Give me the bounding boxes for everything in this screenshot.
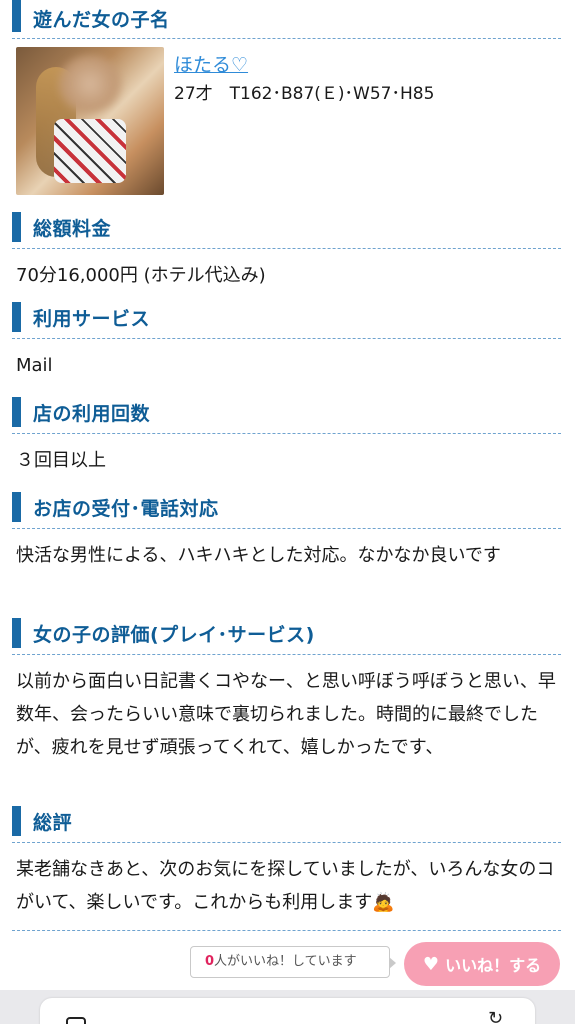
section-header: 総額料金 bbox=[12, 212, 561, 249]
girl-photo[interactable] bbox=[16, 47, 164, 195]
section-accent-bar bbox=[12, 212, 21, 242]
section-title: お店の受付･電話対応 bbox=[33, 497, 219, 520]
bowing-emoji-icon: 🙇 bbox=[372, 892, 395, 913]
like-divider bbox=[12, 930, 561, 931]
reception-section: お店の受付･電話対応 快活な男性による、ハキハキとした対応。なかなか良いです bbox=[0, 492, 575, 572]
evaluation-text: 以前から面白い日記書くコやなー、と思い呼ぼう呼ぼうと思い、早数年、会ったらいい意… bbox=[16, 671, 556, 758]
like-count-text: 人がいいね！しています bbox=[214, 954, 357, 969]
girl-name-link[interactable]: ほたる♡ bbox=[174, 51, 434, 79]
summary-text-wrap: 某老舗なきあと、次のお気にを探していましたが、いろんな女のコがいて、楽しいです。… bbox=[12, 843, 561, 919]
like-button[interactable]: ♥ いいね！する bbox=[404, 942, 560, 986]
section-title: 利用サービス bbox=[33, 307, 151, 330]
section-header: お店の受付･電話対応 bbox=[12, 492, 561, 529]
evaluation-section: 女の子の評価(プレイ･サービス) 以前から面白い日記書くコやなー、と思い呼ぼう呼… bbox=[0, 618, 575, 764]
visits-text: ３回目以上 bbox=[16, 450, 106, 471]
section-title: 店の利用回数 bbox=[33, 402, 151, 425]
summary-section: 総評 某老舗なきあと、次のお気にを探していましたが、いろんな女のコがいて、楽しい… bbox=[0, 806, 575, 919]
section-header: 総評 bbox=[12, 806, 561, 843]
service-section: 利用サービス Mail bbox=[0, 302, 575, 382]
price-text: 70分16,000円 (ホテル代込み) bbox=[16, 265, 266, 286]
section-accent-bar bbox=[12, 618, 21, 648]
section-header: 女の子の評価(プレイ･サービス) bbox=[12, 618, 561, 655]
section-accent-bar bbox=[12, 0, 21, 32]
section-accent-bar bbox=[12, 492, 21, 522]
like-count-box: 0人がいいね！しています bbox=[190, 946, 396, 978]
url-text bbox=[230, 1014, 342, 1024]
summary-text: 某老舗なきあと、次のお気にを探していましたが、いろんな女のコがいて、楽しいです。… bbox=[16, 859, 555, 913]
section-header: 利用サービス bbox=[12, 302, 561, 339]
reload-icon[interactable]: ↻ bbox=[488, 1008, 503, 1024]
reception-text: 快活な男性による、ハキハキとした対応。なかなか良いです bbox=[16, 545, 501, 566]
girl-info: ほたる♡ 27才 T162･B87(Ｅ)･W57･H85 bbox=[164, 47, 434, 195]
section-accent-bar bbox=[12, 397, 21, 427]
section-title: 遊んだ女の子名 bbox=[33, 8, 170, 31]
section-header: 遊んだ女の子名 bbox=[12, 0, 561, 39]
section-title: 女の子の評価(プレイ･サービス) bbox=[33, 623, 315, 646]
girl-stats: 27才 T162･B87(Ｅ)･W57･H85 bbox=[174, 84, 435, 104]
section-accent-bar bbox=[12, 806, 21, 836]
visits-section: 店の利用回数 ３回目以上 bbox=[0, 397, 575, 477]
section-accent-bar bbox=[12, 302, 21, 332]
service-text: Mail bbox=[16, 355, 53, 376]
tabs-icon[interactable] bbox=[66, 1017, 86, 1024]
girl-row: ほたる♡ 27才 T162･B87(Ｅ)･W57･H85 bbox=[12, 39, 561, 195]
like-area: 0人がいいね！しています ♥ いいね！する bbox=[0, 930, 575, 986]
girl-section: 遊んだ女の子名 ほたる♡ 27才 T162･B87(Ｅ)･W57･H85 bbox=[0, 0, 575, 195]
like-button-label: いいね！する bbox=[445, 956, 542, 975]
section-header: 店の利用回数 bbox=[12, 397, 561, 434]
section-title: 総評 bbox=[33, 811, 73, 834]
section-title: 総額料金 bbox=[33, 217, 112, 240]
heart-icon: ♥ bbox=[422, 953, 440, 975]
price-section: 総額料金 70分16,000円 (ホテル代込み) bbox=[0, 212, 575, 292]
like-count-number: 0 bbox=[205, 954, 215, 969]
